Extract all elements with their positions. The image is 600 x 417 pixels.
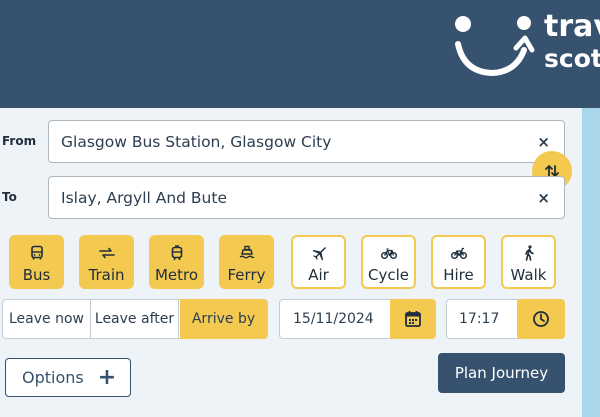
bicycle-icon bbox=[380, 248, 397, 259]
mode-hire-toggle[interactable]: Hire bbox=[431, 235, 486, 289]
side-strip bbox=[582, 108, 600, 417]
logo-wordmark: trav scot bbox=[544, 9, 600, 73]
clear-from-icon[interactable]: × bbox=[537, 133, 550, 151]
arrive-by-option[interactable]: Arrive by bbox=[180, 299, 267, 339]
mode-air-label: Air bbox=[308, 266, 329, 284]
from-field-value: Glasgow Bus Station, Glasgow City bbox=[61, 132, 332, 151]
mode-cycle-toggle[interactable]: Cycle bbox=[361, 235, 416, 289]
mode-cycle-label: Cycle bbox=[368, 266, 409, 284]
logo-wordmark-line2: scot bbox=[544, 44, 600, 73]
site-header: trav scot bbox=[0, 0, 600, 108]
clock-button[interactable] bbox=[517, 299, 565, 339]
options-label: Options bbox=[22, 368, 84, 387]
logo-wordmark-line1: trav bbox=[544, 9, 600, 44]
train-icon bbox=[98, 247, 115, 259]
hire-bike-icon bbox=[450, 247, 467, 259]
from-label: From bbox=[2, 134, 37, 148]
ferry-icon bbox=[239, 245, 254, 259]
plan-journey-button[interactable]: Plan Journey bbox=[438, 353, 565, 393]
to-field[interactable]: Islay, Argyll And Bute × bbox=[48, 176, 565, 219]
mode-walk-label: Walk bbox=[510, 266, 547, 284]
mode-hire-label: Hire bbox=[443, 266, 474, 284]
mode-ferry-toggle[interactable]: Ferry bbox=[219, 235, 274, 289]
mode-ferry-label: Ferry bbox=[227, 266, 266, 284]
plus-icon: + bbox=[97, 364, 117, 390]
mode-train-label: Train bbox=[88, 266, 125, 284]
clock-icon bbox=[533, 311, 549, 327]
mode-metro-label: Metro bbox=[154, 266, 199, 284]
to-field-value: Islay, Argyll And Bute bbox=[61, 188, 227, 207]
date-field[interactable]: 15/11/2024 bbox=[279, 299, 391, 339]
to-label: To bbox=[2, 190, 17, 204]
mode-bus-toggle[interactable]: Bus bbox=[9, 235, 64, 289]
calendar-button[interactable] bbox=[390, 299, 436, 339]
time-field[interactable]: 17:17 bbox=[446, 299, 518, 339]
options-button[interactable]: Options + bbox=[5, 358, 131, 397]
mode-train-toggle[interactable]: Train bbox=[79, 235, 134, 289]
leave-now-option[interactable]: Leave now bbox=[3, 299, 90, 339]
mode-air-toggle[interactable]: Air bbox=[291, 235, 346, 289]
mode-walk-toggle[interactable]: Walk bbox=[501, 235, 556, 289]
mode-bus-label: Bus bbox=[22, 266, 51, 284]
walk-icon bbox=[524, 245, 534, 261]
clear-to-icon[interactable]: × bbox=[537, 189, 550, 207]
metro-icon bbox=[171, 245, 182, 261]
plane-icon bbox=[312, 247, 326, 261]
from-field[interactable]: Glasgow Bus Station, Glasgow City × bbox=[48, 120, 565, 163]
bus-icon bbox=[30, 245, 43, 260]
mode-metro-toggle[interactable]: Metro bbox=[149, 235, 204, 289]
leave-after-option[interactable]: Leave after bbox=[90, 299, 179, 339]
calendar-icon bbox=[405, 311, 421, 327]
